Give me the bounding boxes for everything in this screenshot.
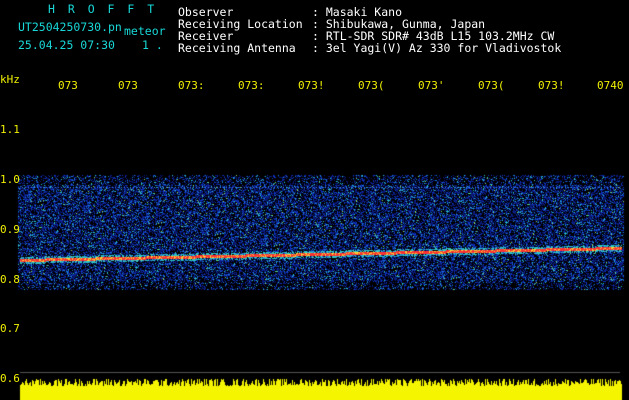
time-tick-label: 073! — [298, 79, 325, 92]
time-tick-label: 0740 — [597, 79, 624, 92]
time-tick-label: 073 — [118, 79, 138, 92]
freq-tick-label: 0.6 — [0, 372, 20, 385]
time-tick-label: 073: — [178, 79, 205, 92]
freq-tick-label: 0.9 — [0, 223, 20, 236]
freq-tick-label: 0.7 — [0, 322, 20, 335]
time-tick-label: 073! — [538, 79, 565, 92]
filename: UT2504250730.pn — [18, 20, 122, 34]
time-tick-label: 073: — [238, 79, 265, 92]
antenna-value: : 3el Yagi(V) Az 330 for Vladivostok — [312, 41, 562, 55]
freq-tick-label: 1.1 — [0, 123, 20, 136]
time-tick-label: 073( — [358, 79, 385, 92]
spectrogram-canvas — [0, 70, 629, 400]
freq-tick-label: 0.8 — [0, 273, 20, 286]
unit-label: kHz — [0, 73, 20, 86]
time-tick-label: 073 — [58, 79, 78, 92]
datetime: 25.04.25 07:30 — [18, 38, 115, 52]
freq-tick-label: 1.0 — [0, 173, 20, 186]
counter: 1 . — [142, 38, 163, 52]
time-tick-label: 073' — [418, 79, 445, 92]
meteor-label: meteor — [124, 24, 166, 38]
hrofft-logo: H R O F F T — [48, 2, 158, 16]
antenna-label: Receiving Antenna — [178, 41, 296, 55]
time-tick-label: 073( — [478, 79, 505, 92]
header-panel: H R O F F T UT2504250730.pn meteor 25.04… — [0, 0, 629, 70]
